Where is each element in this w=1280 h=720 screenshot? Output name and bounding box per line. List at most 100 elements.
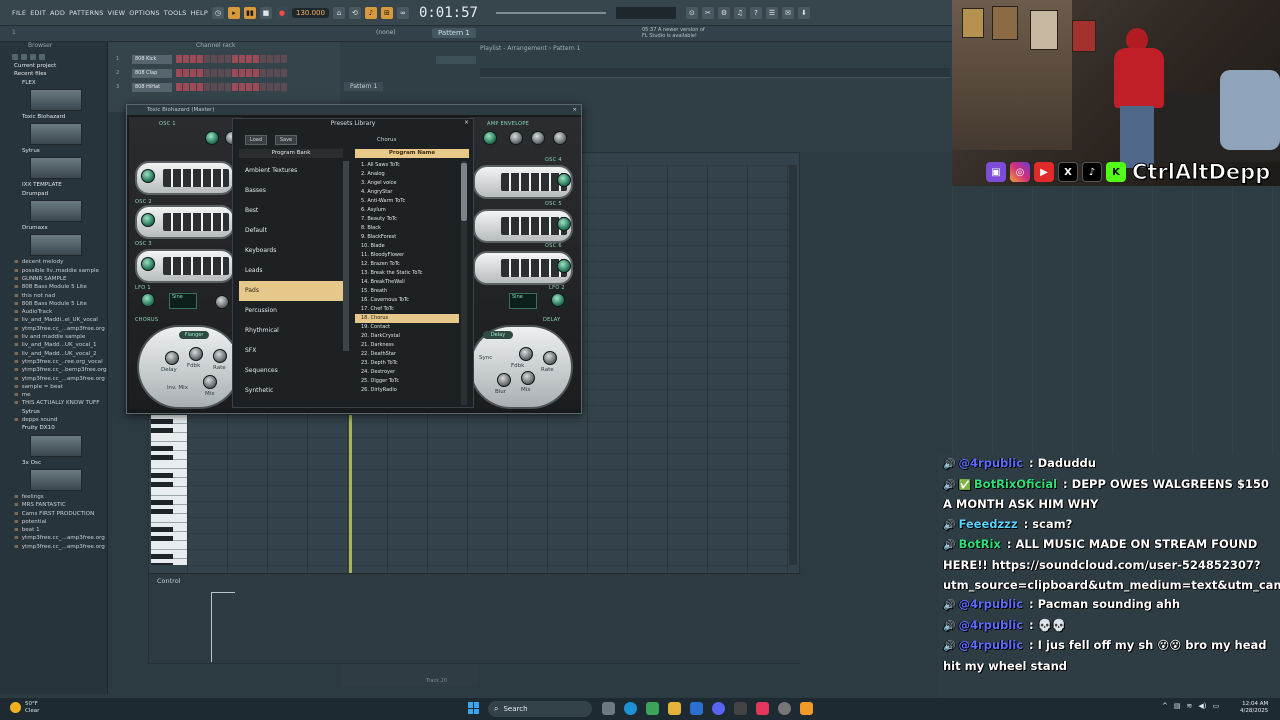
step-button[interactable] [253, 69, 259, 77]
program-item[interactable]: 14. BreakTheWall [355, 278, 459, 287]
settings-icon[interactable]: ⚙ [717, 6, 730, 19]
step-button[interactable] [239, 69, 245, 77]
delay-toggle[interactable]: Delay [483, 331, 513, 339]
browser-star-icon[interactable] [39, 54, 45, 60]
menu-add[interactable]: ADD [50, 9, 65, 17]
browser-item[interactable]: Current project [0, 62, 107, 70]
fdbk-knob[interactable] [189, 347, 203, 361]
metronome-icon[interactable]: ⌂ [332, 6, 345, 19]
program-item[interactable]: 1. All Saws ToTc [355, 161, 459, 170]
volume-icon[interactable]: ◀) [1198, 702, 1206, 710]
step-button[interactable] [190, 83, 196, 91]
browser-item[interactable]: depps sound [0, 416, 107, 424]
browser-item[interactable]: FLEX [0, 79, 107, 87]
step-button[interactable] [246, 69, 252, 77]
fl-studio-icon[interactable] [800, 702, 813, 715]
blend-icon[interactable]: ⊞ [380, 6, 393, 19]
piano-keys[interactable] [151, 415, 187, 565]
osc5-freq-knob[interactable] [557, 217, 571, 231]
download-icon[interactable]: ⬇ [797, 6, 810, 19]
save-button[interactable]: Save [275, 135, 297, 145]
record-button[interactable]: ● [275, 6, 288, 19]
step-button[interactable] [246, 83, 252, 91]
bank-item[interactable]: Keyboards [239, 241, 343, 261]
browser-preview-thumbnail[interactable] [0, 198, 107, 224]
lfo2-wave[interactable]: Sine [509, 293, 537, 309]
browser-item[interactable]: IXX TEMPLATE [0, 181, 107, 189]
program-item[interactable]: 12. Brazen ToTc [355, 260, 459, 269]
browser-item[interactable]: Drumpad [0, 190, 107, 198]
step-button[interactable] [218, 83, 224, 91]
program-item[interactable]: 24. Destroyer [355, 368, 459, 377]
step-button[interactable] [197, 55, 203, 63]
system-clock[interactable]: 12:04 AM 4/28/2025 [1240, 701, 1268, 715]
cut-icon[interactable]: ✂ [701, 6, 714, 19]
browser-preview-thumbnail[interactable] [0, 232, 107, 258]
bank-item[interactable]: Pads [239, 281, 343, 301]
step-button[interactable] [204, 55, 210, 63]
program-item[interactable]: 26. DirtyRadio [355, 386, 459, 395]
browser-search-icon[interactable] [30, 54, 36, 60]
chat-icon[interactable]: ✉ [781, 6, 794, 19]
mix-knob[interactable] [203, 375, 217, 389]
menu-view[interactable]: VIEW [108, 9, 126, 17]
step-button[interactable] [281, 55, 287, 63]
network-icon[interactable]: ▤ [1174, 702, 1181, 710]
delay-knob[interactable] [165, 351, 179, 365]
bank-item[interactable]: Rhythmical [239, 321, 343, 341]
step-button[interactable] [267, 55, 273, 63]
browser-item[interactable]: beat 1 [0, 526, 107, 534]
task-view-icon[interactable] [602, 702, 615, 715]
program-item[interactable]: 5. Anti-Warm ToTc [355, 197, 459, 206]
step-button[interactable] [197, 83, 203, 91]
browser-item[interactable]: liv_and_Maddi..el_UK_vocal [0, 316, 107, 324]
loop-record-icon[interactable]: ∞ [396, 6, 409, 19]
browser-item[interactable]: Recent files [0, 70, 107, 78]
taskbar-search[interactable]: ⌕ Search [488, 701, 592, 717]
step-button[interactable] [260, 69, 266, 77]
program-item[interactable]: 21. Darkness [355, 341, 459, 350]
master-volume-slider[interactable] [495, 11, 606, 14]
browser-preview-thumbnail[interactable] [0, 433, 107, 459]
step-button[interactable] [190, 55, 196, 63]
control-label[interactable]: Control [157, 577, 181, 585]
mic-icon[interactable]: ♫ [733, 6, 746, 19]
browser-item[interactable]: ytmp3free.cc_...amp3free.org [0, 325, 107, 333]
program-item[interactable]: 9. BlackForest [355, 233, 459, 242]
step-button[interactable] [218, 69, 224, 77]
browser-item[interactable]: possible liv..maddie sample [0, 267, 107, 275]
menu-patterns[interactable]: PATTERNS [69, 9, 103, 17]
bank-item[interactable]: Basses [239, 181, 343, 201]
menu-help[interactable]: HELP [191, 9, 208, 17]
channel-row[interactable]: 3 808 HiHat [108, 80, 340, 94]
step-button[interactable] [176, 69, 182, 77]
step-button[interactable] [183, 69, 189, 77]
delay-mix-knob[interactable] [521, 371, 535, 385]
pat-song-toggle[interactable]: ▸ [227, 6, 240, 19]
step-button[interactable] [239, 83, 245, 91]
browser-item[interactable]: feelings [0, 493, 107, 501]
browser-sort-icon[interactable] [21, 54, 27, 60]
bank-scrollbar[interactable] [343, 161, 349, 351]
tempo-display[interactable]: 130.000 [291, 7, 329, 18]
presets-close-icon[interactable]: × [464, 119, 469, 126]
browser-preview-thumbnail[interactable] [0, 467, 107, 493]
step-button[interactable] [281, 69, 287, 77]
channel-row[interactable]: 1 808 Kick [108, 52, 340, 66]
file-explorer-icon[interactable] [668, 702, 681, 715]
step-button[interactable] [253, 83, 259, 91]
flanger-toggle[interactable]: Flanger [179, 331, 209, 339]
browser-item[interactable]: THIS ACTUALLY KNOW TUFF [0, 399, 107, 407]
step-button[interactable] [225, 69, 231, 77]
program-item[interactable]: 11. BloodyFlower [355, 251, 459, 260]
program-item[interactable]: 7. Beauty ToTc [355, 215, 459, 224]
menu-edit[interactable]: EDIT [30, 9, 46, 17]
lfo1-knob[interactable] [141, 293, 155, 307]
step-button[interactable] [176, 55, 182, 63]
program-item[interactable]: 22. DeathStar [355, 350, 459, 359]
osc3-freq-knob[interactable] [141, 257, 155, 271]
program-scroll-thumb[interactable] [461, 163, 467, 221]
step-button[interactable] [260, 55, 266, 63]
browser-preview-thumbnail[interactable] [0, 155, 107, 181]
browser-item[interactable]: MRS FANTASTIC [0, 501, 107, 509]
